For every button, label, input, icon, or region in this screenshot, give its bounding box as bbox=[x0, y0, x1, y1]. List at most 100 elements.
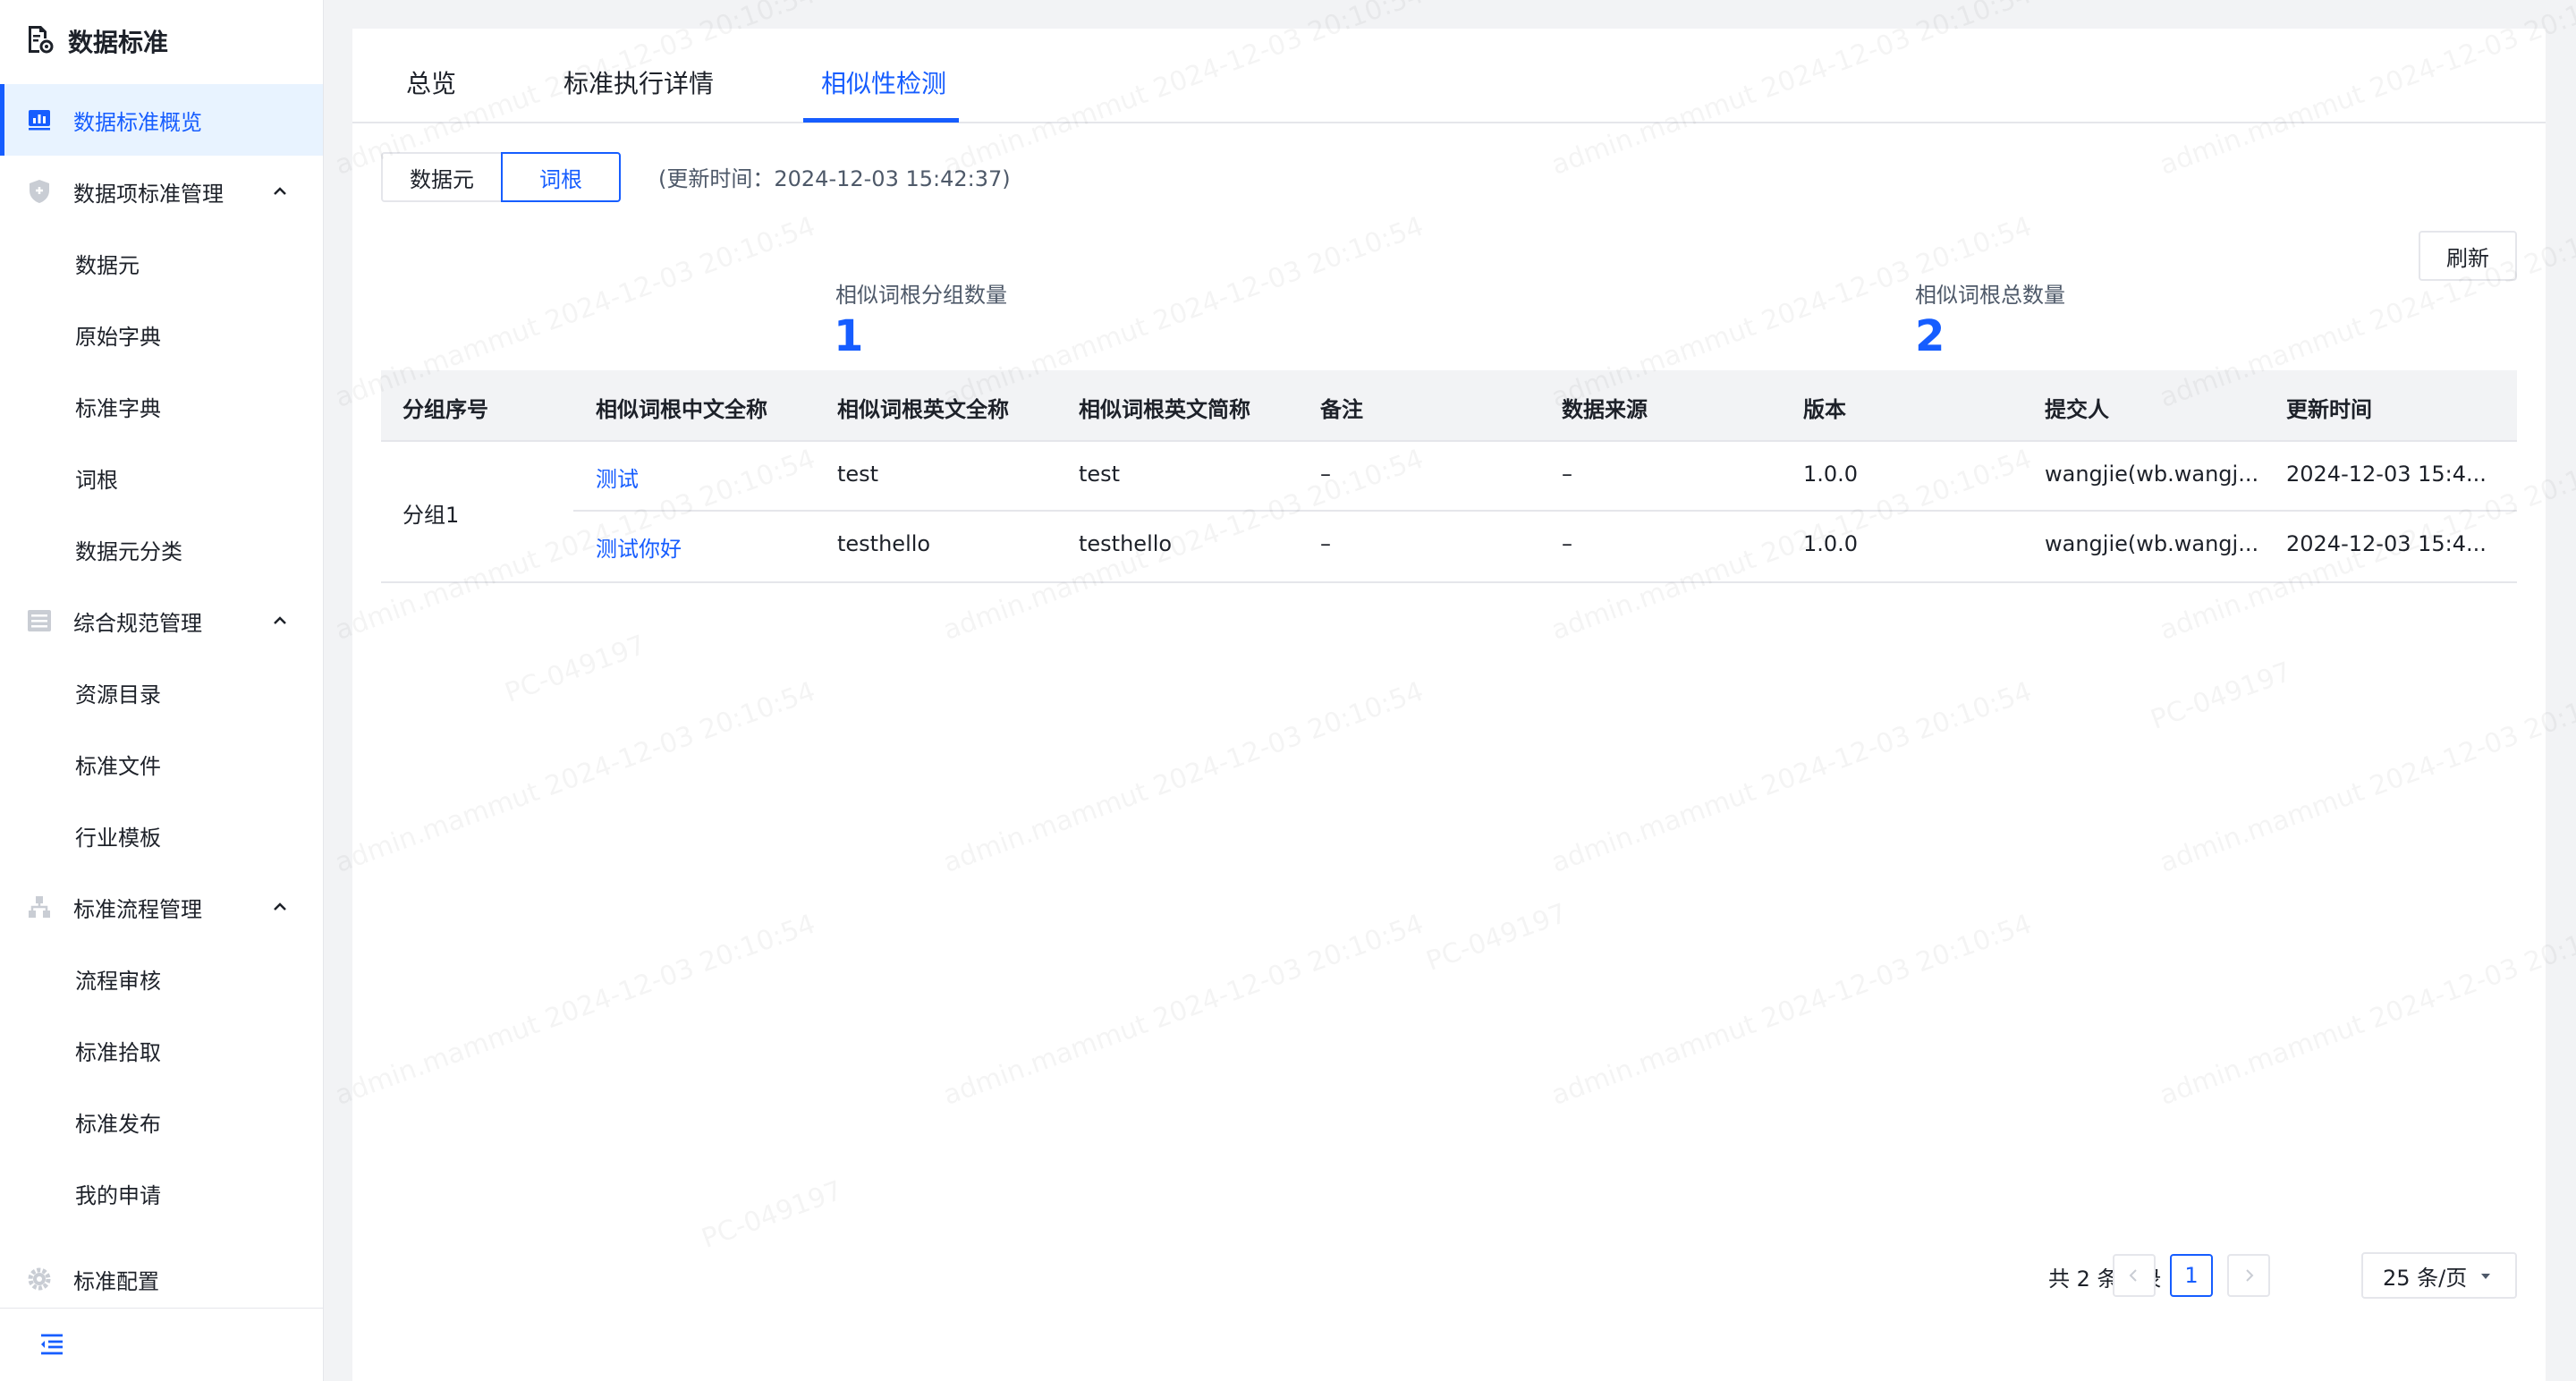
update-time: (更新时间：2024-12-03 15:42:37) bbox=[658, 166, 1011, 191]
sidebar-item-label: 标准发布 bbox=[75, 1111, 161, 1137]
page-size-select[interactable]: 25 条/页 bbox=[2361, 1252, 2517, 1299]
document-settings-icon bbox=[25, 24, 54, 58]
sidebar-item-resource-catalog[interactable]: 资源目录 bbox=[0, 657, 323, 728]
cell-en-abbr: testhello bbox=[1079, 531, 1173, 556]
sidebar-item-industry-templates[interactable]: 行业模板 bbox=[0, 800, 323, 871]
tab-similarity-check[interactable]: 相似性检测 bbox=[821, 64, 946, 100]
sidebar-item-label: 行业模板 bbox=[75, 825, 161, 851]
app-title: 数据标准 bbox=[68, 28, 169, 57]
cell-submitter: wangjie(wb.wangj... bbox=[2045, 462, 2259, 487]
sidebar-item-data-element[interactable]: 数据元 bbox=[0, 227, 323, 299]
cell-remark: – bbox=[1320, 531, 1331, 556]
table-body: 分组1 测试 test test – – 1.0.0 wangjie(wb.wa… bbox=[381, 442, 2517, 583]
sidebar-item-label: 标准配置 bbox=[73, 1268, 159, 1294]
sidebar-item-my-applications[interactable]: 我的申请 bbox=[0, 1157, 323, 1229]
cell-version: 1.0.0 bbox=[1803, 462, 1859, 487]
table-row: 测试 test test – – 1.0.0 wangjie(wb.wangj.… bbox=[573, 442, 2517, 512]
gear-icon bbox=[25, 1265, 54, 1293]
chart-board-icon bbox=[25, 106, 54, 134]
chevron-right-icon bbox=[2246, 1269, 2254, 1282]
chevron-up-icon[interactable] bbox=[269, 896, 291, 918]
cell-en-full: testhello bbox=[837, 531, 931, 556]
brand: 数据标准 bbox=[25, 20, 168, 63]
sidebar-item-label: 词根 bbox=[75, 467, 118, 493]
column-header: 分组序号 bbox=[402, 397, 488, 422]
page-button[interactable]: 1 bbox=[2170, 1254, 2213, 1297]
tab-execution-details[interactable]: 标准执行详情 bbox=[564, 64, 714, 100]
similarity-table: 分组序号 相似词根中文全称 相似词根英文全称 相似词根英文简称 备注 数据来源 … bbox=[381, 370, 2517, 583]
sidebar-item-standard-files[interactable]: 标准文件 bbox=[0, 728, 323, 800]
sidebar-item-standard-pickup[interactable]: 标准拾取 bbox=[0, 1014, 323, 1086]
sidebar-item-label: 数据项标准管理 bbox=[73, 181, 224, 207]
cell-submitter: wangjie(wb.wangj... bbox=[2045, 531, 2259, 556]
segment-data-element[interactable]: 数据元 bbox=[381, 152, 501, 202]
sidebar: 数据标准 数据标准概览 数据项标准管理 数据元 原始字典 标准字典 词根 数据元… bbox=[0, 0, 324, 1381]
cell-update-time: 2024-12-03 15:4... bbox=[2286, 462, 2487, 487]
sidebar-item-standard-publish[interactable]: 标准发布 bbox=[0, 1086, 323, 1157]
sidebar-item-label: 标准文件 bbox=[75, 753, 161, 779]
column-header: 更新时间 bbox=[2286, 397, 2372, 422]
similar-group-count-label: 相似词根分组数量 bbox=[835, 283, 1007, 308]
sidebar-item-standard-dictionary[interactable]: 标准字典 bbox=[0, 370, 323, 442]
sidebar-item-label: 数据元 bbox=[75, 252, 140, 278]
sidebar-item-process-review[interactable]: 流程审核 bbox=[0, 943, 323, 1014]
similar-group-count-value: 1 bbox=[834, 311, 864, 361]
sidebar-item-label: 我的申请 bbox=[75, 1182, 161, 1208]
sidebar-item-label: 标准流程管理 bbox=[73, 896, 202, 922]
sidebar-footer bbox=[0, 1308, 323, 1381]
cell-source: – bbox=[1562, 462, 1572, 487]
active-tab-indicator bbox=[803, 118, 959, 123]
cell-remark: – bbox=[1320, 462, 1331, 487]
list-icon bbox=[25, 606, 54, 635]
column-header: 数据来源 bbox=[1562, 397, 1648, 422]
sidebar-group-comprehensive-spec[interactable]: 综合规范管理 bbox=[0, 585, 323, 657]
collapse-sidebar-icon[interactable] bbox=[38, 1330, 66, 1359]
sidebar-item-label: 原始字典 bbox=[75, 324, 161, 350]
sidebar-group-standard-process[interactable]: 标准流程管理 bbox=[0, 871, 323, 943]
sidebar-item-data-element-category[interactable]: 数据元分类 bbox=[0, 513, 323, 585]
sidebar-item-overview[interactable]: 数据标准概览 bbox=[0, 84, 323, 156]
cell-en-full: test bbox=[837, 462, 879, 487]
segment-word-root[interactable]: 词根 bbox=[501, 152, 621, 202]
column-header: 相似词根英文简称 bbox=[1079, 397, 1250, 422]
refresh-button[interactable]: 刷新 bbox=[2419, 231, 2517, 281]
sidebar-item-word-root[interactable]: 词根 bbox=[0, 442, 323, 513]
sidebar-item-label: 标准字典 bbox=[75, 395, 161, 421]
group-label: 分组1 bbox=[402, 503, 460, 528]
root-cn-link[interactable]: 测试你好 bbox=[596, 531, 682, 563]
sidebar-group-data-item-standards[interactable]: 数据项标准管理 bbox=[0, 156, 323, 227]
sidebar-item-standard-config[interactable]: 标准配置 bbox=[0, 1243, 323, 1315]
similar-total-count-value: 2 bbox=[1915, 311, 1945, 361]
sidebar-item-original-dictionary[interactable]: 原始字典 bbox=[0, 299, 323, 370]
table-header: 分组序号 相似词根中文全称 相似词根英文全称 相似词根英文简称 备注 数据来源 … bbox=[381, 370, 2517, 442]
sidebar-item-label: 标准拾取 bbox=[75, 1039, 161, 1065]
tab-overview[interactable]: 总览 bbox=[406, 64, 456, 100]
column-header: 提交人 bbox=[2045, 397, 2109, 422]
sidebar-item-label: 数据标准概览 bbox=[73, 109, 202, 135]
tab-bar: 总览 标准执行详情 相似性检测 bbox=[352, 29, 2546, 123]
shield-icon bbox=[25, 177, 54, 206]
cell-en-abbr: test bbox=[1079, 462, 1121, 487]
page-size-value: 25 条/页 bbox=[2383, 1265, 2468, 1291]
column-header: 版本 bbox=[1803, 397, 1846, 422]
sidebar-item-label: 数据元分类 bbox=[75, 538, 182, 564]
cell-update-time: 2024-12-03 15:4... bbox=[2286, 531, 2487, 556]
column-header: 相似词根中文全称 bbox=[596, 397, 767, 422]
sidebar-nav: 数据标准概览 数据项标准管理 数据元 原始字典 标准字典 词根 数据元分类 综合… bbox=[0, 84, 323, 1315]
group-cell: 分组1 bbox=[381, 442, 573, 581]
chevron-up-icon[interactable] bbox=[269, 610, 291, 631]
sidebar-item-label: 资源目录 bbox=[75, 682, 161, 707]
similar-total-count-label: 相似词根总数量 bbox=[1915, 283, 2065, 308]
root-cn-link[interactable]: 测试 bbox=[596, 462, 639, 493]
next-page-button[interactable] bbox=[2227, 1254, 2270, 1297]
prev-page-button[interactable] bbox=[2113, 1254, 2156, 1297]
flow-icon bbox=[25, 893, 54, 921]
app-root: 数据标准 数据标准概览 数据项标准管理 数据元 原始字典 标准字典 词根 数据元… bbox=[0, 0, 2576, 1381]
caret-down-icon bbox=[2481, 1274, 2490, 1279]
column-header: 相似词根英文全称 bbox=[837, 397, 1009, 422]
table-row: 测试你好 testhello testhello – – 1.0.0 wangj… bbox=[573, 512, 2517, 581]
chevron-up-icon[interactable] bbox=[269, 181, 291, 202]
chevron-left-icon bbox=[2129, 1269, 2137, 1282]
sidebar-item-label: 流程审核 bbox=[75, 968, 161, 994]
sidebar-item-label: 综合规范管理 bbox=[73, 610, 202, 636]
